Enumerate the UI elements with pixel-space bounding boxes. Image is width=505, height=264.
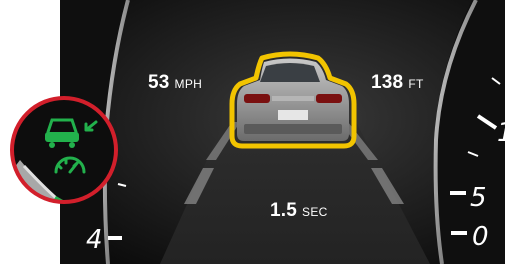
time-gap-unit: SEC <box>302 205 328 219</box>
left-gauge-tick-4 <box>108 236 122 240</box>
right-gauge-tick-0 <box>451 231 467 235</box>
right-gauge-label-1: 1 <box>497 118 505 148</box>
right-gauge-label-0: 0 <box>472 222 489 252</box>
instrument-cluster-screenshot: 53 MPH 138 FT 1.5 SEC 4 1 5 0 <box>0 0 505 264</box>
vehicle-speed-value: 53 <box>148 72 170 93</box>
vehicle-speed-unit: MPH <box>174 77 203 91</box>
right-gauge-label-5: 5 <box>470 183 487 213</box>
following-distance-readout: 138 FT <box>371 72 424 94</box>
time-gap-value: 1.5 <box>270 200 298 221</box>
following-distance-unit: FT <box>408 77 424 91</box>
left-gauge-label-4: 4 <box>86 225 103 255</box>
right-gauge-tick-5 <box>450 191 466 195</box>
following-distance-value: 138 <box>371 72 404 93</box>
cluster-graphics <box>10 0 505 264</box>
time-gap-readout: 1.5 SEC <box>270 200 328 222</box>
vehicle-speed-readout: 53 MPH <box>148 72 202 94</box>
